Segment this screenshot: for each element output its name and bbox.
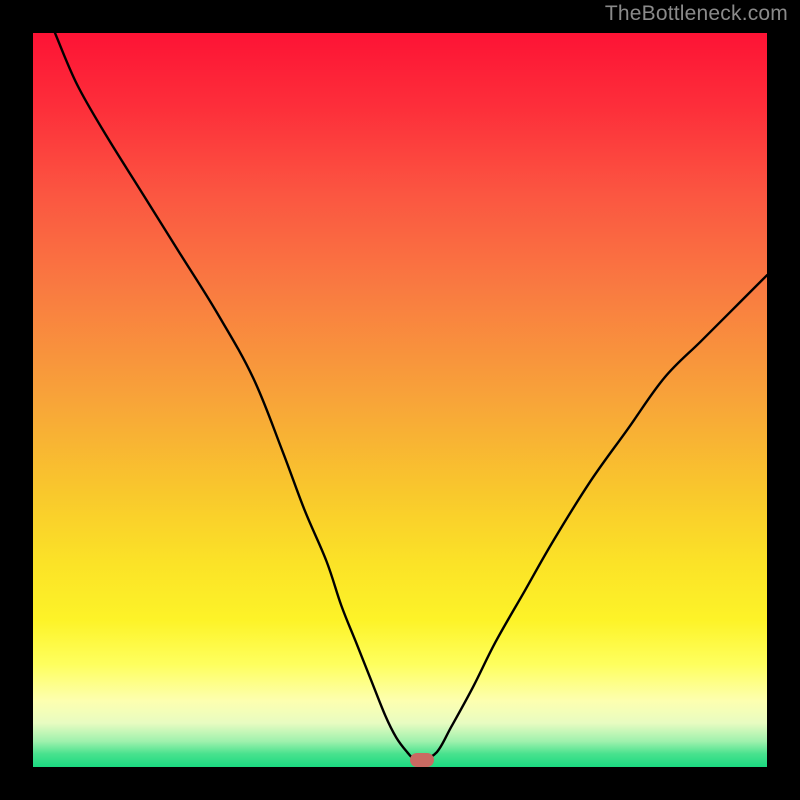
bottleneck-curve <box>33 33 767 767</box>
plot-area <box>33 33 767 767</box>
curve-right-segment <box>422 275 767 760</box>
curve-left-segment <box>55 33 422 760</box>
watermark-text: TheBottleneck.com <box>605 2 788 26</box>
chart-frame: TheBottleneck.com <box>0 0 800 800</box>
optimum-marker-icon <box>410 753 434 767</box>
